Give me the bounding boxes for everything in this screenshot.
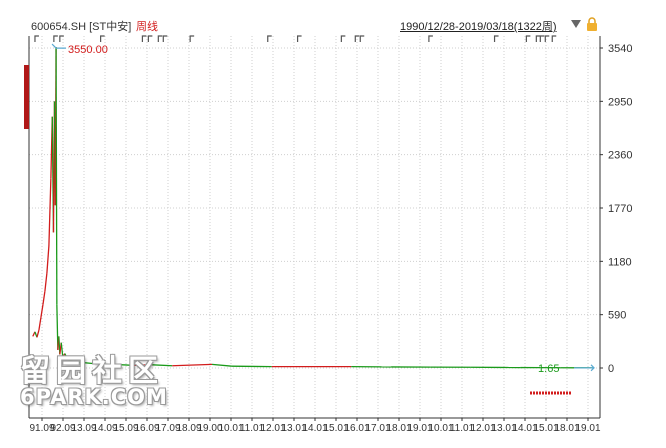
event-flag-icon: [268, 36, 272, 42]
y-tick-label: 2950: [608, 96, 632, 108]
price-segment: [172, 364, 212, 365]
event-flag-icon: [526, 36, 530, 42]
ticker-label: 600654.SH [ST中安]: [31, 18, 131, 34]
price-segment: [56, 47, 57, 305]
last-marker-icon: [574, 365, 594, 371]
price-segment: [49, 178, 51, 246]
y-tick-label: 1770: [608, 203, 632, 215]
date-range-label[interactable]: 1990/12/28-2019/03/18(1322周): [400, 18, 557, 34]
event-flag-icon: [540, 36, 544, 42]
price-segment: [47, 246, 49, 273]
y-tick-label: 2360: [608, 150, 632, 162]
event-flag-icon: [360, 36, 364, 42]
event-flag-icon: [429, 36, 433, 42]
ticker-code: 600654.SH: [31, 21, 86, 33]
price-segment: [212, 364, 232, 366]
event-flag-icon: [298, 36, 302, 42]
watermark-chinese: 留园社区: [20, 346, 164, 390]
y-tick-label: 3540: [608, 43, 632, 55]
left-red-indicator: [24, 65, 29, 129]
max-price-label: 3550.00: [68, 44, 108, 56]
event-flag-icon: [341, 36, 345, 42]
lock-icon[interactable]: [586, 17, 598, 31]
y-tick-label: 590: [608, 310, 626, 322]
last-price-label: 1.65: [538, 363, 559, 375]
event-flag-icon: [54, 36, 58, 42]
event-flag-icon: [163, 36, 167, 42]
max-marker-icon: [52, 44, 66, 48]
event-flag-icon: [545, 36, 549, 42]
event-flag-icon: [190, 36, 194, 42]
event-flag-icon: [158, 36, 162, 42]
dropdown-triangle-icon[interactable]: [571, 20, 581, 28]
ticker-name: [ST中安]: [89, 21, 131, 33]
price-segment: [37, 330, 39, 337]
event-flag-icon: [495, 36, 499, 42]
y-tick-label: 1180: [608, 256, 632, 268]
price-segment: [45, 273, 47, 291]
watermark-english: 6PARK.COM: [20, 385, 168, 409]
event-flag-icon: [35, 36, 39, 42]
price-segment: [43, 291, 45, 305]
y-tick-label: 0: [608, 363, 614, 375]
x-tick-label: 19.01: [575, 423, 600, 434]
event-flag-icon: [101, 36, 105, 42]
price-segment: [39, 317, 41, 330]
period-label[interactable]: 周线: [136, 18, 158, 34]
event-flag-icon: [142, 36, 146, 42]
event-flag-icon: [148, 36, 152, 42]
event-flag-icon: [552, 36, 556, 42]
